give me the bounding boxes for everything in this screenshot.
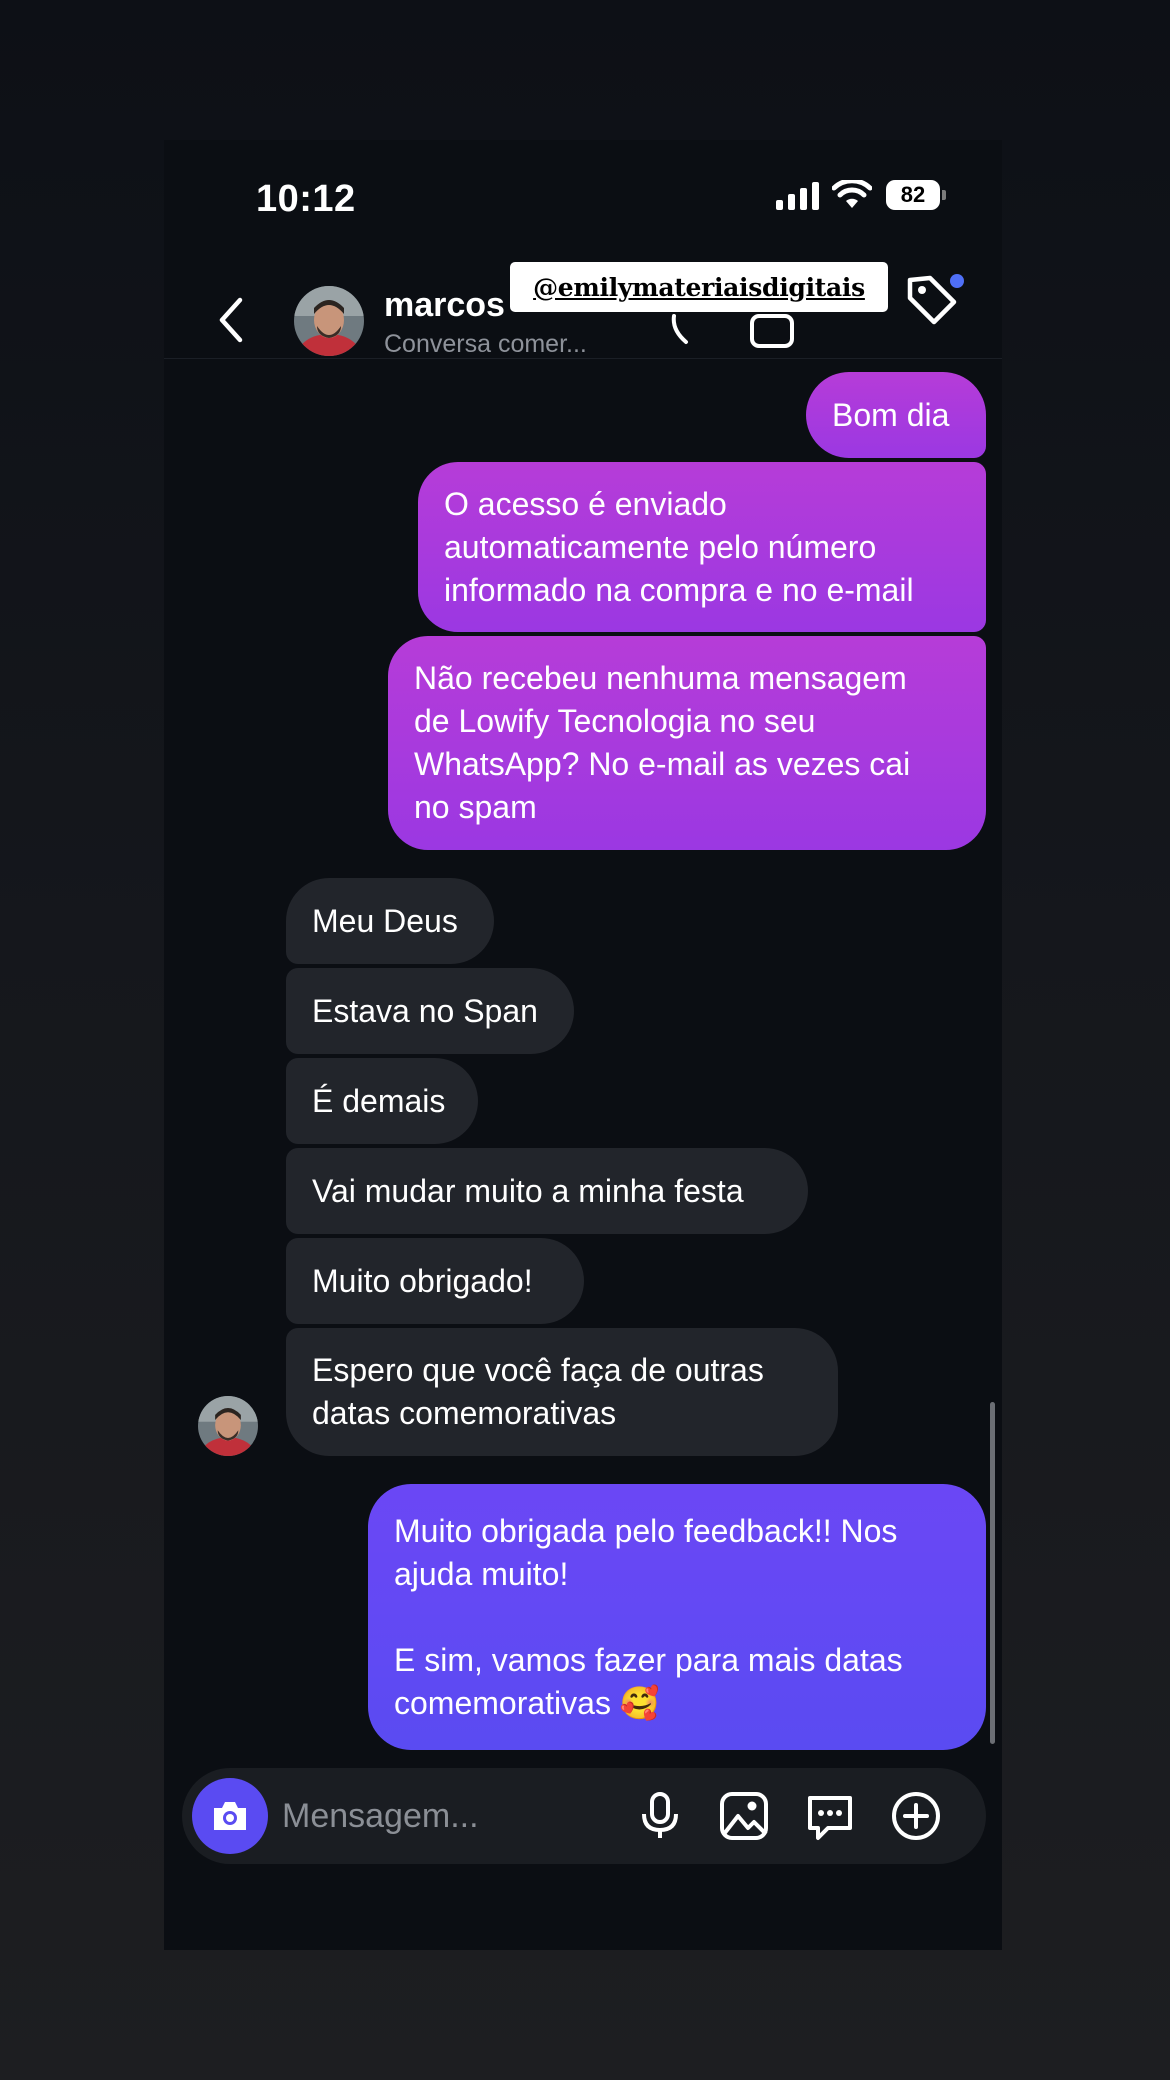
- message-composer: [182, 1768, 986, 1864]
- battery-icon: 82: [886, 180, 946, 210]
- sender-avatar[interactable]: [198, 1396, 258, 1456]
- message-outgoing[interactable]: Muito obrigada pelo feedback!! Nos ajuda…: [368, 1484, 986, 1750]
- message-outgoing[interactable]: Não recebeu nenhuma mensagem de Lowify T…: [388, 636, 986, 850]
- message-input[interactable]: [282, 1790, 612, 1842]
- camera-icon: [214, 1802, 246, 1830]
- signal-icon: [776, 182, 819, 210]
- camera-button[interactable]: [192, 1778, 268, 1854]
- watermark-handle: @emilymateriaisdigitais: [510, 262, 888, 312]
- message-incoming[interactable]: Estava no Span: [286, 968, 574, 1054]
- chat-bubble-icon[interactable]: [804, 1790, 856, 1842]
- call-icons[interactable]: [670, 310, 820, 350]
- message-outgoing[interactable]: Bom dia: [806, 372, 986, 458]
- scrollbar[interactable]: [990, 1402, 995, 1744]
- message-incoming[interactable]: Muito obrigado!: [286, 1238, 584, 1324]
- message-incoming[interactable]: Espero que você faça de outras datas com…: [286, 1328, 838, 1456]
- contact-name[interactable]: marcos: [384, 286, 505, 325]
- avatar[interactable]: [294, 286, 364, 356]
- wifi-icon: [832, 180, 872, 208]
- plus-circle-icon[interactable]: [890, 1790, 942, 1842]
- message-incoming[interactable]: Meu Deus: [286, 878, 494, 964]
- message-incoming[interactable]: Vai mudar muito a minha festa: [286, 1148, 808, 1234]
- phone-screen: 10:12 82 marcos Conversa comer... @emily…: [164, 140, 1002, 1950]
- image-icon[interactable]: [718, 1790, 770, 1842]
- message-outgoing[interactable]: O acesso é enviado automaticamente pelo …: [418, 462, 986, 632]
- message-incoming[interactable]: É demais: [286, 1058, 478, 1144]
- microphone-icon[interactable]: [634, 1790, 686, 1842]
- notification-dot: [950, 274, 964, 288]
- contact-subtitle: Conversa comer...: [384, 330, 587, 358]
- chevron-left-icon[interactable]: [216, 296, 246, 344]
- status-time: 10:12: [256, 178, 356, 220]
- header-divider: [164, 358, 1002, 359]
